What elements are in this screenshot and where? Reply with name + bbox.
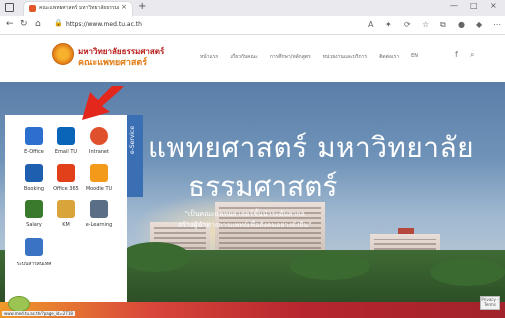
browser-tab-bar: คณะแพทยศาสตร์ มหาวิทยาลัยธรรมศาสตร์ × + … bbox=[0, 0, 505, 16]
lock-icon: 🔒 bbox=[54, 19, 63, 27]
address-bar: ← ↻ ⌂ 🔒 https://www.med.tu.ac.th A ✦ ⟳ ☆… bbox=[0, 16, 505, 35]
close-window-button[interactable]: × bbox=[490, 1, 497, 10]
url-text: https://www.med.tu.ac.th bbox=[66, 21, 142, 28]
faculty-logo[interactable] bbox=[52, 43, 74, 65]
eservice-tab-label: e-Service bbox=[129, 125, 136, 154]
moodle-icon bbox=[90, 164, 108, 182]
favorite-star-icon[interactable]: ☆ bbox=[422, 20, 429, 29]
more-menu-icon[interactable]: ⋯ bbox=[493, 20, 501, 29]
bottom-color-strip bbox=[0, 302, 505, 318]
eservice-item-info-system[interactable]: ระบบสารสนเทศ bbox=[16, 234, 52, 272]
tab-close-button[interactable]: × bbox=[121, 3, 127, 11]
new-tab-button[interactable]: + bbox=[138, 1, 146, 12]
top-navigation: หน้าแรก เกี่ยวกับคณะ การศึกษา/หลักสูตร ห… bbox=[200, 53, 418, 61]
eservice-item-label: Intranet bbox=[89, 149, 109, 155]
profile-icon[interactable]: ● bbox=[458, 20, 465, 29]
km-icon bbox=[57, 200, 75, 218]
browser-extension-icon[interactable]: ◆ bbox=[476, 20, 482, 29]
tab-title: คณะแพทยศาสตร์ มหาวิทยาลัยธรรมศาสตร์ bbox=[39, 5, 119, 11]
hero-quote-line1: "เป็นคณะแพทยศาสตร์ชั้นนำระดับสากล bbox=[184, 210, 305, 218]
extension-icon[interactable]: ✦ bbox=[385, 20, 392, 29]
refresh-icon[interactable]: ↻ bbox=[20, 19, 28, 29]
eservice-item-label: KM bbox=[62, 222, 70, 228]
hero-tree bbox=[290, 252, 370, 280]
hero-roof bbox=[398, 228, 414, 234]
hero-tree bbox=[120, 242, 190, 272]
recaptcha-badge[interactable]: Privacy - Terms bbox=[480, 296, 500, 310]
read-aloud-icon[interactable]: A bbox=[368, 20, 373, 29]
nav-item-about[interactable]: เกี่ยวกับคณะ bbox=[230, 53, 257, 61]
browser-tab[interactable]: คณะแพทยศาสตร์ มหาวิทยาลัยธรรมศาสตร์ × bbox=[24, 2, 132, 16]
chat-icon[interactable] bbox=[8, 296, 30, 312]
eservice-item-office365[interactable]: Office 365 bbox=[48, 160, 84, 198]
nav-item-language[interactable]: EN bbox=[411, 53, 418, 61]
eservice-item-label: Office 365 bbox=[53, 186, 79, 192]
office365-icon bbox=[57, 164, 75, 182]
status-bar-url: www.med.tu.ac.th/?page_id=2718 bbox=[2, 311, 75, 316]
collections-icon[interactable]: ⧉ bbox=[440, 20, 446, 30]
logo-faculty-name: คณะแพทยศาสตร์ bbox=[78, 58, 148, 68]
hero-title-line2: ธรรมศาสตร์ bbox=[188, 170, 338, 203]
eservice-item-booking[interactable]: Booking bbox=[16, 160, 52, 198]
nav-item-contact[interactable]: ติดต่อเรา bbox=[379, 53, 399, 61]
eservice-item-label: E-Office bbox=[24, 149, 44, 155]
back-icon[interactable]: ← bbox=[6, 19, 14, 29]
nav-item-services[interactable]: หน่วยงานและบริการ bbox=[323, 53, 367, 61]
hero-quote: "เป็นคณะแพทยศาสตร์ชั้นนำระดับสากล สร้างผ… bbox=[178, 209, 311, 231]
minimize-button[interactable]: — bbox=[450, 1, 458, 10]
eservice-item-elearning[interactable]: e-Learning bbox=[81, 196, 117, 234]
hero-quote-line2: สร้างผู้นำทางการแพทย์เพื่อสังคมอย่างยั่ง… bbox=[178, 221, 312, 229]
nav-item-education[interactable]: การศึกษา/หลักสูตร bbox=[270, 53, 311, 61]
home-icon[interactable]: ⌂ bbox=[35, 19, 41, 29]
eservice-item-moodle[interactable]: Moodle TU bbox=[81, 160, 117, 198]
site-header: มหาวิทยาลัยธรรมศาสตร์ คณะแพทยศาสตร์ หน้า… bbox=[0, 36, 505, 82]
booking-icon bbox=[25, 164, 43, 182]
window-menu-icon[interactable] bbox=[5, 3, 14, 12]
info-system-icon bbox=[25, 238, 43, 256]
social-icon[interactable]: f bbox=[455, 50, 458, 59]
elearning-icon bbox=[90, 200, 108, 218]
eservice-item-label: e-Learning bbox=[85, 222, 113, 228]
nav-item-home[interactable]: หน้าแรก bbox=[200, 53, 218, 61]
search-icon[interactable]: ⌕ bbox=[470, 50, 474, 60]
salary-icon bbox=[25, 200, 43, 218]
maximize-button[interactable]: □ bbox=[470, 1, 478, 10]
red-arrow-icon bbox=[82, 86, 124, 120]
eservice-item-e-office[interactable]: E-Office bbox=[16, 123, 52, 161]
eservice-item-label: Moodle TU bbox=[85, 186, 113, 192]
hero-tree bbox=[430, 258, 505, 286]
eservice-item-label: ระบบสารสนเทศ bbox=[16, 261, 52, 267]
eservice-item-label: Booking bbox=[23, 186, 45, 192]
eservice-item-label: Salary bbox=[26, 222, 42, 228]
eservice-item-label: Email TU bbox=[54, 149, 78, 155]
eservice-item-salary[interactable]: Salary bbox=[16, 196, 52, 234]
refresh-page-icon[interactable]: ⟳ bbox=[404, 20, 411, 29]
favicon-icon bbox=[29, 5, 36, 12]
hero-title-line1: แพทยศาสตร์ มหาวิทยาลัย bbox=[148, 131, 475, 164]
url-field[interactable]: 🔒 https://www.med.tu.ac.th bbox=[54, 19, 304, 31]
e-office-icon bbox=[25, 127, 43, 145]
eservice-item-km[interactable]: KM bbox=[48, 196, 84, 234]
